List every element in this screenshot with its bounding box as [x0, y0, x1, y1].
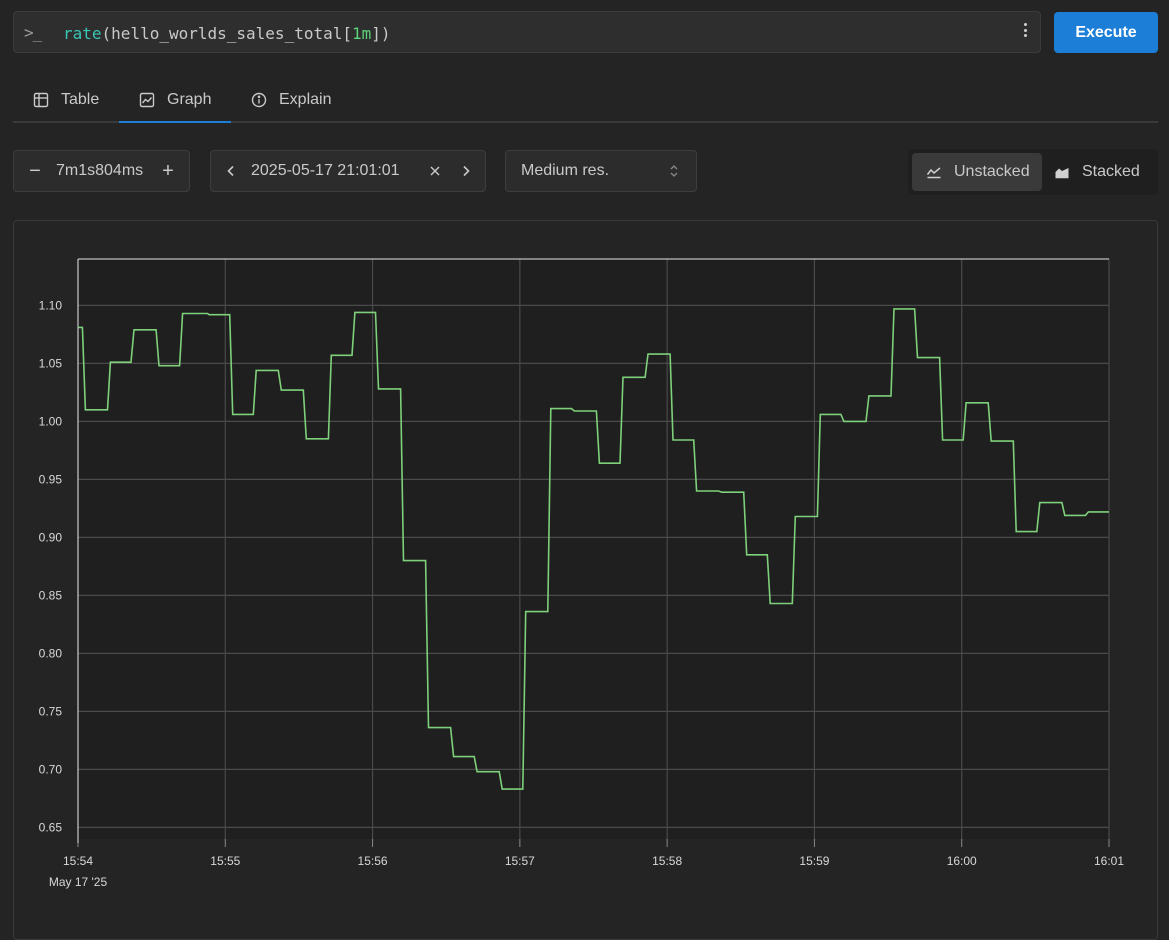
chart-area-stacked-icon [1055, 168, 1069, 179]
query-input[interactable]: >_ rate(hello_worlds_sales_total[1m]) [13, 11, 1041, 53]
chevron-left-icon [227, 165, 234, 177]
x-tick-label: 15:59 [799, 854, 829, 868]
x-tick-label: 16:01 [1094, 854, 1124, 868]
query-range-open: [ [342, 24, 352, 43]
range-increase-button[interactable]: + [147, 151, 189, 191]
close-icon [430, 166, 440, 176]
y-tick-label: 1.05 [39, 356, 63, 370]
range-control: − 7m1s804ms + [13, 150, 190, 192]
view-tabs: Table Graph Explain [13, 79, 1158, 123]
tab-graph[interactable]: Graph [119, 79, 232, 123]
y-tick-label: 1.10 [39, 298, 63, 312]
query-function: rate [63, 24, 102, 43]
x-tick-label: 15:57 [505, 854, 535, 868]
y-tick-label: 0.75 [39, 704, 63, 718]
unstacked-button[interactable]: Unstacked [912, 153, 1042, 191]
resolution-select[interactable]: Medium res. [505, 150, 697, 192]
end-time-control: 2025-05-17 21:01:01 [210, 150, 486, 192]
range-value[interactable]: 7m1s804ms [56, 162, 143, 180]
chevron-right-icon [463, 165, 470, 177]
y-tick-label: 0.65 [39, 820, 63, 834]
dots-vertical-icon[interactable] [1022, 23, 1028, 41]
tab-graph-label: Graph [167, 91, 212, 108]
end-time-next-button[interactable] [450, 151, 482, 191]
unstacked-label: Unstacked [954, 163, 1030, 180]
query-text[interactable]: rate(hello_worlds_sales_total[1m]) [63, 24, 391, 43]
end-time-value[interactable]: 2025-05-17 21:01:01 [251, 162, 400, 180]
y-tick-label: 1.00 [39, 414, 63, 428]
execute-button[interactable]: Execute [1054, 12, 1158, 53]
stack-mode-toggle: Unstacked Stacked [908, 149, 1158, 195]
y-tick-label: 0.85 [39, 588, 63, 602]
chart-line-icon [926, 167, 941, 179]
y-tick-label: 0.95 [39, 472, 63, 486]
plot-area [78, 259, 1109, 839]
table-icon [33, 92, 49, 108]
tab-table-label: Table [61, 91, 100, 108]
x-tick-label: 16:00 [947, 854, 977, 868]
y-tick-label: 0.90 [39, 530, 63, 544]
chart-area-icon [139, 92, 155, 108]
x-tick-label: 15:54 [63, 854, 93, 868]
end-time-clear-button[interactable] [420, 151, 450, 191]
end-time-prev-button[interactable] [211, 151, 251, 191]
query-open-paren: ( [101, 24, 112, 43]
y-tick-label: 0.80 [39, 646, 63, 660]
x-tick-label: 15:56 [358, 854, 388, 868]
graph-panel: 0.65 0.70 0.75 0.80 0.85 0.90 0.95 1.00 1.05 1.10… [13, 220, 1158, 940]
range-decrease-button[interactable]: − [14, 151, 56, 191]
y-tick-label: 0.70 [39, 762, 63, 776]
tab-explain-label: Explain [279, 91, 332, 108]
selector-icon [670, 165, 678, 177]
info-circle-icon [251, 92, 267, 108]
query-range: 1m [352, 24, 372, 43]
terminal-prompt-icon: >_ [24, 23, 42, 42]
tab-table[interactable]: Table [33, 79, 99, 121]
stacked-button[interactable]: Stacked [1042, 153, 1154, 191]
x-tick-label: 15:55 [210, 854, 240, 868]
time-series-chart[interactable]: 0.65 0.70 0.75 0.80 0.85 0.90 0.95 1.00 1.05 1.10… [14, 221, 1159, 921]
resolution-value: Medium res. [521, 162, 610, 179]
x-date-label: May 17 '25 [49, 875, 108, 889]
tab-explain[interactable]: Explain [251, 79, 331, 121]
query-close: ]) [371, 24, 391, 43]
stacked-label: Stacked [1082, 163, 1140, 180]
x-tick-label: 15:58 [652, 854, 682, 868]
query-metric: hello_worlds_sales_total [111, 24, 343, 43]
